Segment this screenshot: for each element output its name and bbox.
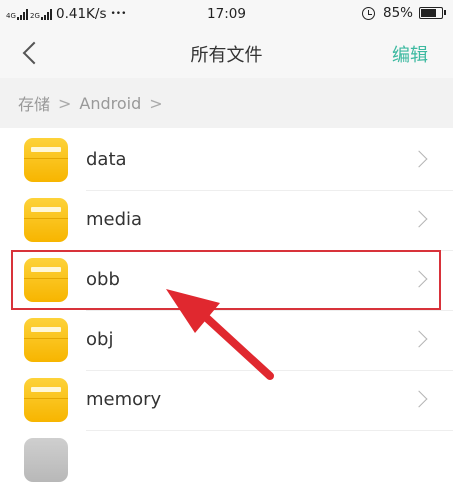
annotation-arrow-icon bbox=[166, 289, 274, 380]
